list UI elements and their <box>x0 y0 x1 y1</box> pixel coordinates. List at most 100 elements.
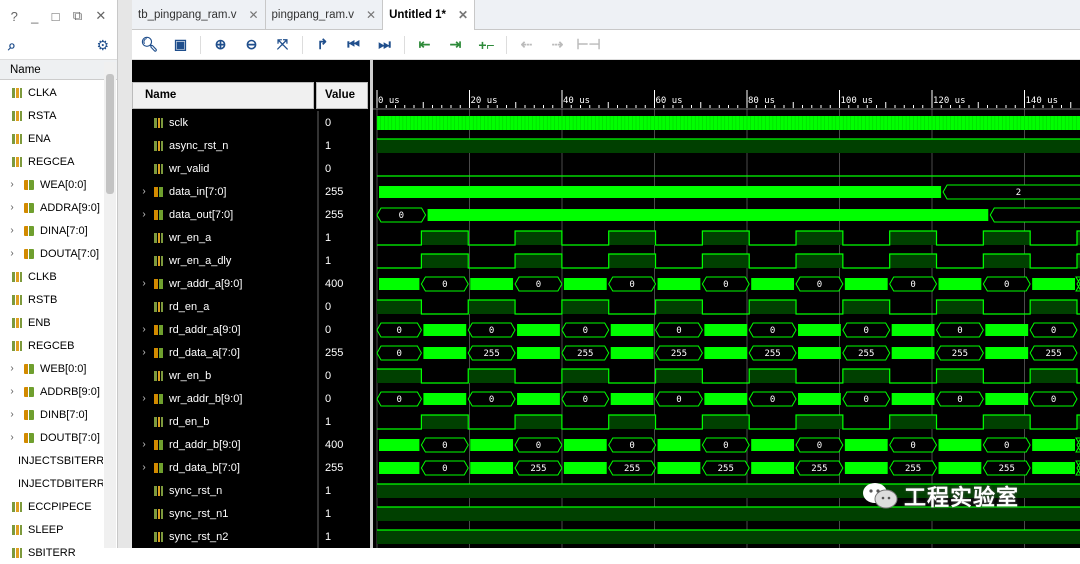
signal-row[interactable]: › rd_data_b[7:0] 255 <box>132 456 370 479</box>
minimize-icon[interactable]: _ <box>31 9 38 24</box>
add-marker-icon[interactable]: +⌐ <box>475 34 498 56</box>
expand-chevron-icon[interactable]: › <box>138 462 150 473</box>
maximize-icon[interactable]: □ <box>52 9 60 24</box>
expand-chevron-icon[interactable]: › <box>6 225 18 236</box>
bus-signal-icon <box>154 462 163 473</box>
expand-chevron-icon[interactable]: › <box>6 202 18 213</box>
signal-row[interactable]: › rd_addr_a[9:0] 0 <box>132 318 370 341</box>
signal-row[interactable]: wr_en_a 1 <box>132 226 370 249</box>
close-icon[interactable]: ✕ <box>366 8 376 22</box>
object-row[interactable]: REGCEB <box>0 334 103 357</box>
expand-chevron-icon[interactable]: › <box>138 347 150 358</box>
object-row[interactable]: RSTA <box>0 104 103 127</box>
object-row[interactable]: ENB <box>0 311 103 334</box>
gear-icon[interactable]: ⚙ <box>96 37 109 54</box>
object-row[interactable]: › DOUTA[7:0] <box>0 242 103 265</box>
expand-chevron-icon[interactable]: › <box>6 409 18 420</box>
toolbar-separator <box>404 35 405 54</box>
signal-row[interactable]: rd_en_b 1 <box>132 410 370 433</box>
next-marker-icon[interactable]: ⇢ <box>546 34 569 56</box>
expand-chevron-icon[interactable]: › <box>6 179 18 190</box>
tab-file[interactable]: tb_pingpang_ram.v ✕ <box>132 0 266 30</box>
signal-row[interactable]: › data_out[7:0] 255 <box>132 203 370 226</box>
object-row[interactable]: CLKA <box>0 81 103 104</box>
name-column-header[interactable]: Name <box>132 82 314 109</box>
search-icon[interactable]: 🔍︎ <box>138 34 161 56</box>
tab-untitled[interactable]: Untitled 1* ✕ <box>383 0 476 30</box>
object-row[interactable]: ECCPIPECE <box>0 495 103 518</box>
object-row[interactable]: SBITERR <box>0 541 103 564</box>
signal-row[interactable]: sclk 0 <box>132 111 370 134</box>
search-icon[interactable]: ⌕ <box>8 37 16 54</box>
signal-row[interactable]: sync_rst_n 1 <box>132 479 370 502</box>
signal-row[interactable]: wr_en_a_dly 1 <box>132 249 370 272</box>
object-row[interactable]: REGCEA <box>0 150 103 173</box>
scrollbar-thumb[interactable] <box>106 74 114 194</box>
close-icon[interactable]: ✕ <box>248 8 258 22</box>
scrollbar[interactable] <box>104 62 116 548</box>
wave-fill <box>655 300 703 314</box>
go-to-last-time-icon[interactable]: ⏭ <box>373 34 396 56</box>
bus-port-icon <box>24 202 34 213</box>
signal-value: 0 <box>325 392 332 405</box>
object-row[interactable]: › DINB[7:0] <box>0 403 103 426</box>
waveform-view[interactable]: 0 us 20 us 40 us 60 us 80 us 100 us 120 us 140 … <box>373 60 1080 548</box>
expand-chevron-icon[interactable]: › <box>138 186 150 197</box>
expand-chevron-icon[interactable]: › <box>138 439 150 450</box>
expand-chevron-icon[interactable]: › <box>6 432 18 443</box>
expand-chevron-icon[interactable]: › <box>138 324 150 335</box>
zoom-out-icon[interactable]: ⊖ <box>240 34 263 56</box>
signal-row[interactable]: › data_in[7:0] 255 <box>132 180 370 203</box>
wave-fill <box>421 254 469 268</box>
expand-chevron-icon[interactable]: › <box>138 393 150 404</box>
object-row[interactable]: INJECTDBITERR <box>0 472 103 495</box>
bus-active-segment <box>985 324 1029 336</box>
signal-row[interactable]: async_rst_n 1 <box>132 134 370 157</box>
object-row[interactable]: › ADDRB[9:0] <box>0 380 103 403</box>
close-icon[interactable]: ✕ <box>458 8 468 22</box>
object-row[interactable]: CLKB <box>0 265 103 288</box>
object-label: ADDRA[9:0] <box>40 201 100 214</box>
signal-row[interactable]: wr_valid 0 <box>132 157 370 180</box>
object-row[interactable]: › ADDRA[9:0] <box>0 196 103 219</box>
signal-row[interactable]: wr_en_b 0 <box>132 364 370 387</box>
tab-file[interactable]: pingpang_ram.v ✕ <box>266 0 384 30</box>
expand-chevron-icon[interactable]: › <box>6 248 18 259</box>
signal-row[interactable]: sync_rst_n2 1 <box>132 525 370 548</box>
go-to-time-zero-icon[interactable]: ⏮ <box>342 34 365 56</box>
expand-chevron-icon[interactable]: › <box>138 209 150 220</box>
object-row[interactable]: INJECTSBITERR <box>0 449 103 472</box>
expand-chevron-icon[interactable]: › <box>6 386 18 397</box>
expand-chevron-icon[interactable]: › <box>138 278 150 289</box>
signal-row[interactable]: › rd_data_a[7:0] 255 <box>132 341 370 364</box>
bus-active-segment <box>379 439 420 451</box>
object-row[interactable]: › DINA[7:0] <box>0 219 103 242</box>
go-to-cursor-icon[interactable]: ↱ <box>311 34 334 56</box>
signal-row[interactable]: rd_en_a 0 <box>132 295 370 318</box>
signal-row[interactable]: sync_rst_n1 1 <box>132 502 370 525</box>
objects-column-header[interactable]: Name ^ <box>0 60 117 80</box>
object-row[interactable]: › WEA[0:0] <box>0 173 103 196</box>
signal-name: data_out[7:0] <box>169 208 234 221</box>
object-label: SBITERR <box>28 546 76 559</box>
zoom-fit-icon[interactable]: ⤧ <box>271 34 294 56</box>
signal-row[interactable]: › rd_addr_b[9:0] 400 <box>132 433 370 456</box>
expand-chevron-icon[interactable]: › <box>6 363 18 374</box>
save-icon[interactable]: ▣ <box>169 34 192 56</box>
swap-cursors-icon[interactable]: ⊢⊣ <box>576 34 600 56</box>
close-icon[interactable]: ✕ <box>95 8 106 24</box>
object-row[interactable]: ENA <box>0 127 103 150</box>
object-row[interactable]: › WEB[0:0] <box>0 357 103 380</box>
value-column-header[interactable]: Value <box>316 82 368 109</box>
next-transition-icon[interactable]: ⇥ <box>444 34 467 56</box>
object-row[interactable]: › DOUTB[7:0] <box>0 426 103 449</box>
previous-marker-icon[interactable]: ⇠ <box>515 34 538 56</box>
object-row[interactable]: RSTB <box>0 288 103 311</box>
signal-row[interactable]: › wr_addr_b[9:0] 0 <box>132 387 370 410</box>
signal-row[interactable]: › wr_addr_a[9:0] 400 <box>132 272 370 295</box>
float-icon[interactable]: ⧉ <box>73 8 82 24</box>
zoom-in-icon[interactable]: ⊕ <box>209 34 232 56</box>
object-row[interactable]: SLEEP <box>0 518 103 541</box>
help-icon[interactable]: ? <box>11 9 18 24</box>
previous-transition-icon[interactable]: ⇤ <box>413 34 436 56</box>
